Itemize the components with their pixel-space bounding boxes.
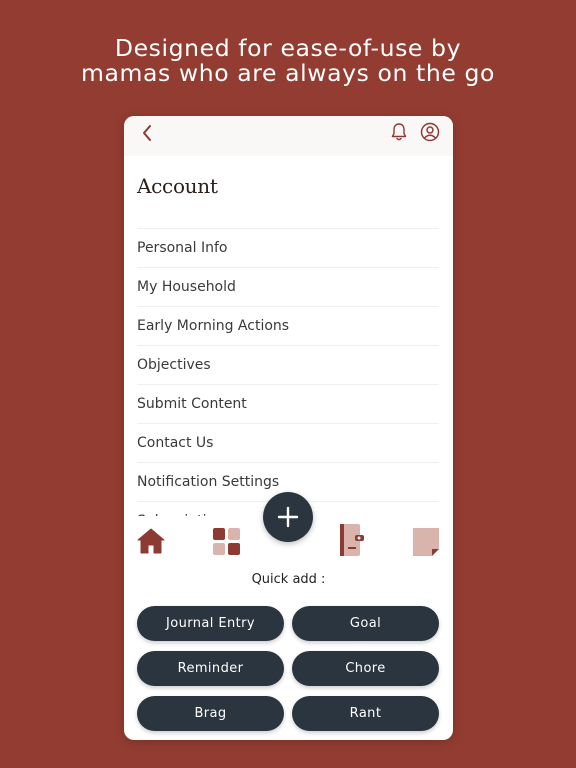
- plus-icon: [277, 506, 299, 528]
- journal-icon[interactable]: [337, 523, 365, 557]
- quick-add-label: Quick add :: [251, 572, 326, 587]
- brag-button[interactable]: Brag: [137, 696, 284, 731]
- reminder-button[interactable]: Reminder: [137, 651, 284, 686]
- phone-screen: Account Personal Info My Household Early…: [124, 116, 453, 740]
- journal-entry-button[interactable]: Journal Entry: [137, 606, 284, 641]
- note-icon[interactable]: [411, 527, 441, 557]
- chevron-left-icon[interactable]: [140, 124, 154, 142]
- home-icon[interactable]: [136, 526, 166, 556]
- menu-item-contact-us[interactable]: Contact Us: [137, 424, 439, 463]
- user-circle-icon[interactable]: [420, 122, 440, 142]
- account-menu: Personal Info My Household Early Morning…: [137, 228, 439, 516]
- grid-icon[interactable]: [212, 527, 242, 557]
- add-button[interactable]: [263, 492, 313, 542]
- chore-button[interactable]: Chore: [292, 651, 439, 686]
- menu-item-early-morning-actions[interactable]: Early Morning Actions: [137, 307, 439, 346]
- menu-item-personal-info[interactable]: Personal Info: [137, 229, 439, 268]
- headline: Designed for ease-of-use by mamas who ar…: [0, 36, 576, 86]
- goal-button[interactable]: Goal: [292, 606, 439, 641]
- headline-line-1: Designed for ease-of-use by: [114, 34, 462, 62]
- menu-item-submit-content[interactable]: Submit Content: [137, 385, 439, 424]
- menu-item-objectives[interactable]: Objectives: [137, 346, 439, 385]
- page-title: Account: [137, 174, 218, 198]
- menu-item-my-household[interactable]: My Household: [137, 268, 439, 307]
- bell-icon[interactable]: [390, 122, 408, 142]
- top-bar: [124, 116, 453, 156]
- rant-button[interactable]: Rant: [292, 696, 439, 731]
- headline-line-2: mamas who are always on the go: [81, 59, 495, 87]
